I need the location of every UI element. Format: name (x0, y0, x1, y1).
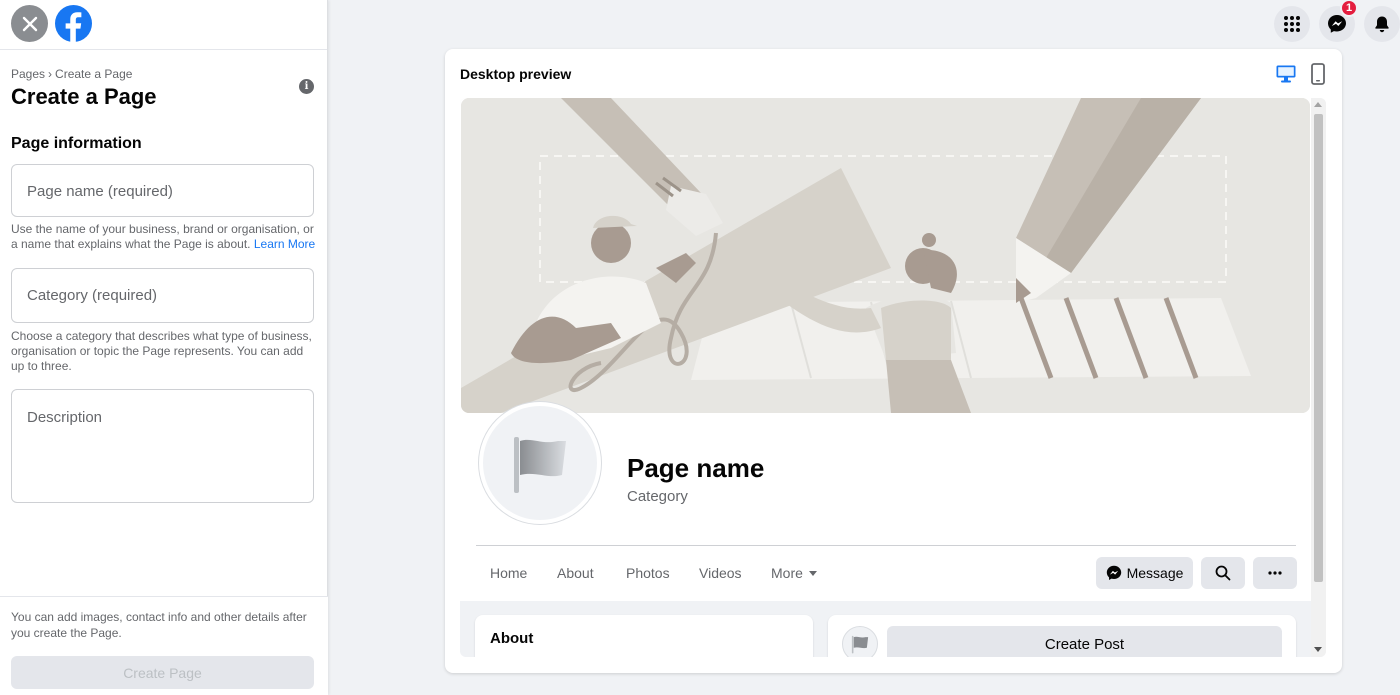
preview-divider (476, 545, 1296, 546)
message-button-label: Message (1126, 565, 1184, 581)
cover-photo (461, 98, 1310, 413)
flag-icon (851, 635, 869, 654)
search-button[interactable] (1201, 557, 1245, 589)
preview-scrollbar[interactable] (1311, 98, 1326, 657)
breadcrumb: Pages › Create a Page (11, 67, 132, 81)
messenger-badge: 1 (1340, 0, 1358, 17)
bell-icon (1375, 16, 1389, 33)
caret-down-icon (808, 571, 817, 576)
create-page-panel: Pages › Create a Page Create a Page i Page… (0, 0, 328, 695)
panel-topbar (0, 0, 327, 50)
tab-photos[interactable]: Photos (626, 565, 670, 581)
category-help: Choose a category that describes what ty… (11, 329, 312, 373)
close-button[interactable] (11, 5, 48, 42)
messenger-icon (1328, 15, 1346, 33)
tab-videos[interactable]: Videos (699, 565, 742, 581)
learn-more-link[interactable]: Learn More (254, 237, 315, 251)
close-icon (22, 16, 37, 31)
messenger-button[interactable]: 1 (1319, 0, 1358, 42)
apps-menu-button[interactable] (1274, 6, 1310, 42)
preview-viewport: Page name Category Home About Photos Vid… (460, 98, 1326, 657)
page-name-placeholder: Page name (required) (27, 183, 173, 200)
footer-note: You can add images, contact info and oth… (11, 610, 307, 640)
preview-category: Category (627, 488, 688, 505)
description-field[interactable]: Description (11, 389, 314, 503)
breadcrumb-current[interactable]: Create a Page (55, 67, 132, 81)
page-name-help: Use the name of your business, brand or … (11, 222, 316, 252)
cover-illustration (461, 98, 1310, 413)
more-options-button[interactable] (1253, 557, 1297, 589)
info-icon[interactable]: i (299, 79, 314, 94)
breadcrumb-separator: › (48, 67, 53, 81)
more-dots-icon (1268, 571, 1282, 575)
create-page-button[interactable]: Create Page (11, 656, 314, 689)
about-card: About (475, 615, 813, 657)
preview-card: Desktop preview Page name Category Home … (445, 49, 1342, 673)
apps-grid-icon (1284, 16, 1300, 32)
breadcrumb-pages[interactable]: Pages (11, 67, 45, 81)
search-icon (1215, 565, 1231, 581)
tab-more-label: More (771, 565, 803, 581)
section-title: Page information (11, 135, 142, 152)
mobile-icon[interactable] (1310, 63, 1326, 85)
message-button[interactable]: Message (1096, 557, 1193, 589)
about-card-title: About (490, 630, 534, 647)
description-placeholder: Description (27, 409, 103, 426)
tab-home[interactable]: Home (490, 565, 527, 581)
category-placeholder: Category (required) (27, 287, 158, 304)
category-field[interactable]: Category (required) (11, 268, 314, 323)
tab-about[interactable]: About (557, 565, 594, 581)
preview-page-name: Page name (627, 453, 765, 483)
create-post-card: Create Post (828, 615, 1296, 657)
messenger-icon (1106, 565, 1121, 581)
panel-footer: You can add images, contact info and oth… (0, 596, 328, 695)
create-post-avatar (842, 626, 878, 657)
page-title: Create a Page (11, 84, 157, 109)
desktop-icon[interactable] (1275, 64, 1297, 84)
scroll-up-arrow-icon[interactable] (1314, 102, 1322, 107)
preview-page: Page name Category Home About Photos Vid… (460, 98, 1311, 601)
page-name-field[interactable]: Page name (required) (11, 164, 314, 217)
tab-more[interactable]: More (771, 565, 817, 581)
flag-icon (514, 437, 566, 493)
create-post-button[interactable]: Create Post (887, 626, 1282, 657)
notifications-button[interactable] (1364, 6, 1400, 42)
facebook-logo-icon[interactable] (55, 5, 92, 42)
scrollbar-thumb[interactable] (1314, 114, 1323, 582)
scroll-down-arrow-icon[interactable] (1314, 647, 1322, 652)
page-profile-picture[interactable] (479, 402, 601, 524)
preview-title: Desktop preview (460, 66, 572, 82)
